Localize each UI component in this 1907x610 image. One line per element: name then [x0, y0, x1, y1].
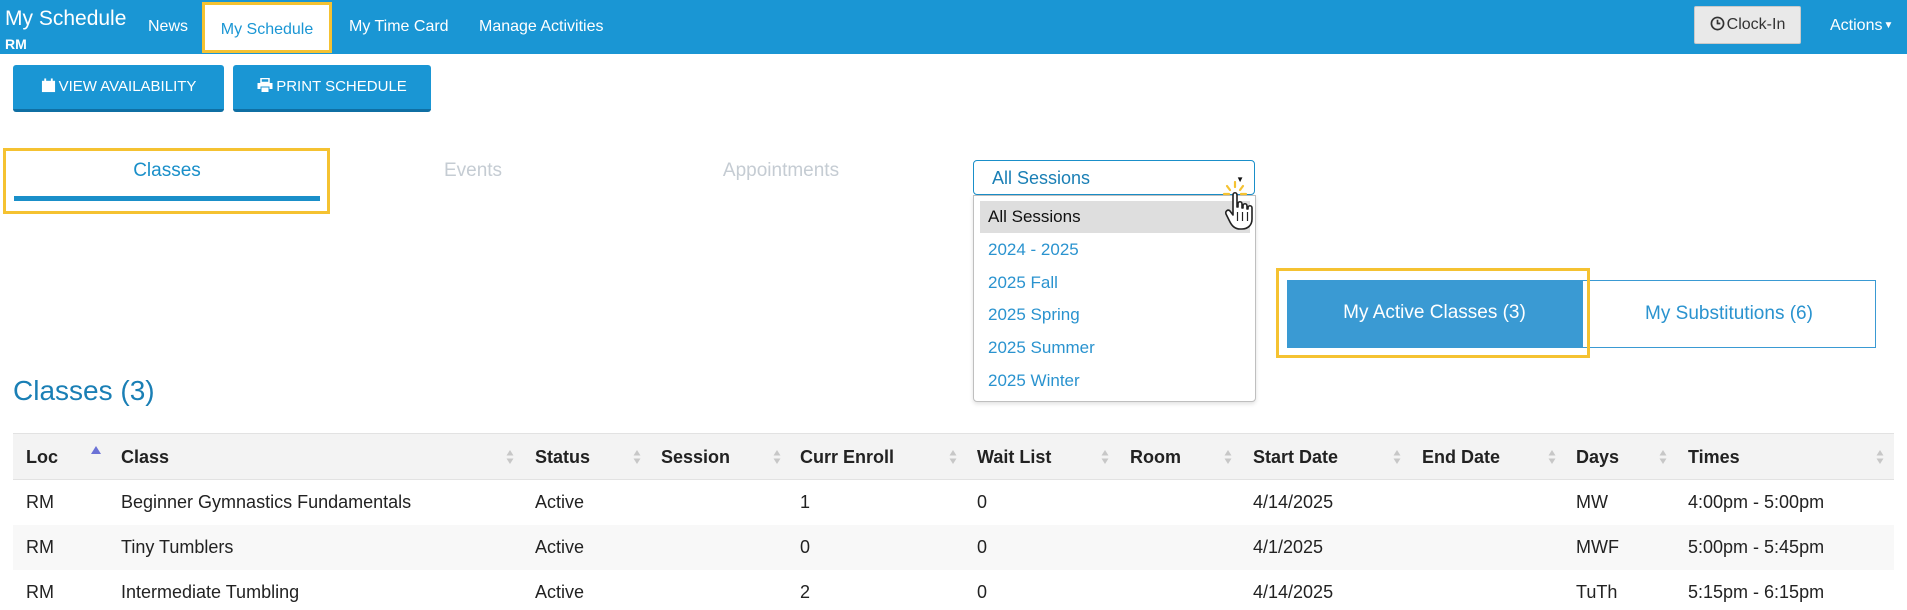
cell-wait-list: 0	[977, 492, 988, 512]
table-row[interactable]: RM Tiny Tumblers Active 0 0 4/1/2025 MWF…	[13, 525, 1894, 570]
nav-my-time-card[interactable]: My Time Card	[349, 0, 449, 54]
session-option[interactable]: 2025 Fall	[980, 267, 1250, 299]
active-classes-highlight	[1276, 268, 1590, 358]
sort-icon[interactable]	[1393, 448, 1401, 466]
sort-icon[interactable]	[1548, 448, 1556, 466]
cell-start-date: 4/14/2025	[1253, 582, 1334, 602]
session-option[interactable]: 2025 Winter	[980, 365, 1250, 397]
column-header-loc[interactable]: Loc	[26, 434, 58, 481]
cell-days: MWF	[1576, 537, 1619, 557]
clock-in-button[interactable]: Clock-In	[1694, 6, 1801, 44]
cell-loc: RM	[26, 582, 54, 602]
sort-ascending-icon[interactable]	[91, 446, 101, 454]
top-nav-bar: My Schedule RM News My Schedule My Time …	[0, 0, 1907, 54]
table-row[interactable]: RM Beginner Gymnastics Fundamentals Acti…	[13, 480, 1894, 525]
session-option[interactable]: All Sessions	[980, 201, 1250, 233]
cell-status: Active	[535, 582, 585, 602]
session-option[interactable]: 2025 Spring	[980, 299, 1250, 331]
column-header-wait-list[interactable]: Wait List	[977, 434, 1051, 481]
cell-class[interactable]: Beginner Gymnastics Fundamentals	[121, 480, 411, 525]
sort-icon[interactable]	[633, 448, 641, 466]
cell-times: 5:00pm - 5:45pm	[1688, 537, 1825, 557]
cell-wait-list: 0	[977, 537, 988, 557]
nav-news[interactable]: News	[148, 0, 188, 54]
clock-in-label: Clock-In	[1726, 16, 1786, 33]
sort-icon[interactable]	[1101, 448, 1109, 466]
session-dropdown: All Sessions 2024 - 2025 2025 Fall 2025 …	[973, 195, 1256, 402]
cell-times: 5:15pm - 6:15pm	[1688, 582, 1825, 602]
calendar-icon	[41, 78, 55, 93]
actions-label: Actions	[1830, 17, 1883, 34]
actions-menu[interactable]: Actions▼	[1830, 17, 1893, 35]
cell-start-date: 4/14/2025	[1253, 492, 1334, 512]
location-code: RM	[5, 36, 27, 52]
column-header-session[interactable]: Session	[661, 434, 730, 481]
nav-my-schedule[interactable]: My Schedule	[202, 2, 332, 53]
hand-cursor-icon	[1222, 180, 1253, 230]
printer-icon	[257, 77, 273, 93]
sort-icon[interactable]	[1876, 448, 1884, 466]
tab-classes-highlight	[3, 148, 330, 214]
column-header-end-date[interactable]: End Date	[1422, 434, 1500, 481]
session-option[interactable]: 2024 - 2025	[980, 234, 1250, 266]
session-select[interactable]: All Sessions ▼	[973, 160, 1255, 195]
table-header: Loc Class Status Session Curr Enroll Wai…	[13, 433, 1894, 480]
caret-down-icon: ▼	[1883, 20, 1894, 31]
print-schedule-label: PRINT SCHEDULE	[276, 78, 407, 95]
clock-icon	[1710, 16, 1725, 31]
column-header-status[interactable]: Status	[535, 434, 590, 481]
nav-manage-activities[interactable]: Manage Activities	[479, 0, 604, 54]
cell-curr-enroll: 0	[800, 537, 811, 557]
cell-start-date: 4/1/2025	[1253, 537, 1324, 557]
cell-curr-enroll: 2	[800, 582, 811, 602]
table-row[interactable]: RM Intermediate Tumbling Active 2 0 4/14…	[13, 570, 1894, 610]
cell-loc: RM	[26, 537, 54, 557]
cell-status: Active	[535, 492, 585, 512]
cell-class[interactable]: Intermediate Tumbling	[121, 570, 299, 610]
cell-times: 4:00pm - 5:00pm	[1688, 492, 1825, 512]
cell-class[interactable]: Tiny Tumblers	[121, 525, 233, 570]
session-option[interactable]: 2025 Summer	[980, 332, 1250, 364]
view-availability-button[interactable]: VIEW AVAILABILITY	[13, 65, 224, 112]
column-header-class[interactable]: Class	[121, 434, 169, 481]
my-substitutions-button[interactable]: My Substitutions (6)	[1582, 280, 1876, 348]
app-title: My Schedule	[5, 7, 127, 30]
sort-icon[interactable]	[506, 448, 514, 466]
cell-status: Active	[535, 537, 585, 557]
column-header-room[interactable]: Room	[1130, 434, 1181, 481]
cell-days: MW	[1576, 492, 1608, 512]
sort-icon[interactable]	[773, 448, 781, 466]
classes-section-title: Classes (3)	[13, 375, 155, 406]
cell-wait-list: 0	[977, 582, 988, 602]
column-header-start-date[interactable]: Start Date	[1253, 434, 1338, 481]
cell-curr-enroll: 1	[800, 492, 811, 512]
sort-icon[interactable]	[1659, 448, 1667, 466]
session-select-value: All Sessions	[992, 168, 1091, 188]
sort-icon[interactable]	[1224, 448, 1232, 466]
print-schedule-button[interactable]: PRINT SCHEDULE	[233, 65, 431, 112]
sort-icon[interactable]	[949, 448, 957, 466]
column-header-times[interactable]: Times	[1688, 434, 1740, 481]
column-header-curr-enroll[interactable]: Curr Enroll	[800, 434, 894, 481]
cell-days: TuTh	[1576, 582, 1618, 602]
tab-events[interactable]: Events	[320, 160, 626, 182]
view-availability-label: VIEW AVAILABILITY	[58, 78, 197, 95]
cell-loc: RM	[26, 492, 54, 512]
tab-appointments[interactable]: Appointments	[626, 160, 936, 182]
column-header-days[interactable]: Days	[1576, 434, 1619, 481]
